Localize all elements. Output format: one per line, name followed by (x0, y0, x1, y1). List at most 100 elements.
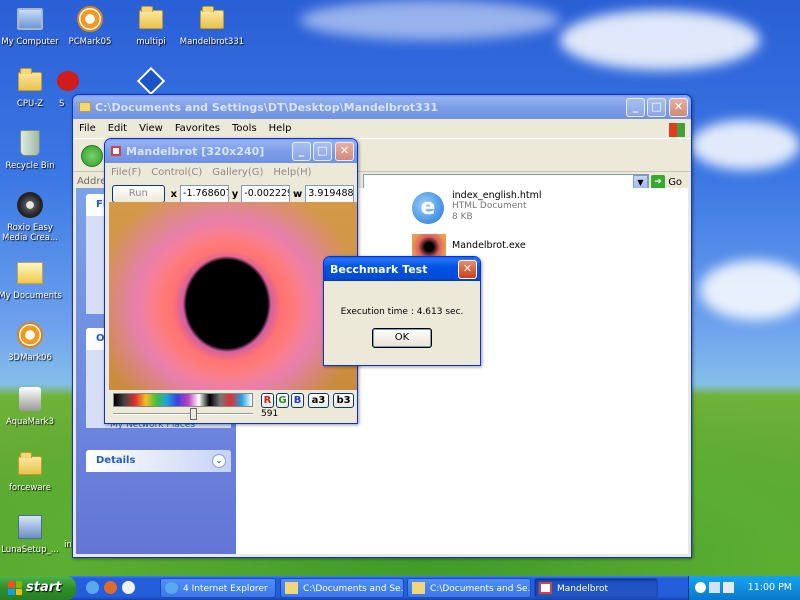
window-title: Mandelbrot [320x240] (126, 144, 265, 158)
taskbar-item-label: 4 Internet Explorer (183, 584, 268, 594)
taskbar-item-label: Mandelbrot (557, 584, 608, 594)
folder-icon (285, 582, 298, 594)
slider-thumb[interactable] (190, 408, 197, 420)
network-icon[interactable] (709, 582, 720, 593)
file-name: Mandelbrot.exe (452, 240, 526, 251)
menu-bar: File(F) Control(C) Gallery(G) Help(H) (105, 163, 357, 182)
computer-icon (15, 4, 45, 34)
desktop-icon-recycle-bin[interactable]: Recycle Bin (0, 128, 67, 171)
desktop-icon-label: Roxio Easy Media Crea... (1, 223, 59, 243)
blue-button[interactable]: B (291, 393, 304, 408)
w-input[interactable]: 3.91948839 (305, 185, 354, 203)
file-name: index_english.html (452, 190, 542, 201)
app-icon (53, 66, 83, 96)
clock[interactable]: 11:00 PM (748, 582, 792, 593)
taskbar: start 4 Internet Explorer C:\Documents a… (0, 576, 800, 600)
taskbar-item-label: C:\Documents and Se... (430, 584, 531, 594)
desktop-icon-aquamark3[interactable]: AquaMark3 (0, 384, 67, 427)
chevron-down-icon[interactable]: ⌄ (212, 454, 226, 468)
desktop-icon-label: forceware (8, 483, 52, 493)
menu-favorites[interactable]: Favorites (175, 123, 220, 134)
desktop-icon-label: My Documents (0, 291, 62, 301)
menu-help[interactable]: Help(H) (273, 167, 311, 178)
go-label: Go (668, 177, 683, 188)
dialog-titlebar[interactable]: Becchmark Test ✕ (324, 257, 480, 281)
menu-file[interactable]: File (79, 123, 96, 134)
close-button[interactable]: ✕ (669, 98, 688, 117)
start-button[interactable]: start (0, 576, 76, 600)
windows-flag-icon (8, 581, 22, 595)
internet-explorer-icon (165, 582, 178, 594)
y-input[interactable]: -0.00222919 (241, 185, 291, 203)
desktop-icon-my-documents[interactable]: My Documents (0, 258, 67, 301)
menu-help[interactable]: Help (269, 123, 292, 134)
media-icon[interactable] (122, 581, 135, 594)
details-label: Details (96, 455, 136, 466)
palette-controls: R G B a3 b3 591 (111, 393, 355, 423)
minimize-button[interactable]: _ (626, 98, 645, 117)
folder-icon (197, 4, 227, 34)
desktop-icon-label: LunaSetup_... (1, 545, 59, 555)
desktop-icon-mandelbrot331[interactable]: Mandelbrot331 (175, 4, 249, 47)
file-item-index-html[interactable]: e index_english.html HTML Document 8 KB (412, 190, 562, 230)
volume-icon[interactable] (723, 582, 734, 593)
benchmark-dialog: Becchmark Test ✕ Execution time : 4.613 … (323, 256, 481, 366)
desktop-icon-roxio[interactable]: Roxio Easy Media Crea... (0, 190, 67, 243)
folder-icon (136, 4, 166, 34)
a3-button[interactable]: a3 (308, 393, 329, 408)
mandelbrot-titlebar[interactable]: Mandelbrot [320x240] _ □ ✕ (105, 139, 357, 163)
go-arrow-icon: ➜ (651, 175, 665, 189)
firefox-icon[interactable] (104, 581, 117, 594)
quick-launch (84, 580, 144, 596)
folder-icon (15, 450, 45, 480)
x-label: x (170, 188, 178, 200)
menu-view[interactable]: View (139, 123, 163, 134)
color-palette[interactable] (113, 393, 253, 407)
explorer-titlebar[interactable]: C:\Documents and Settings\DT\Desktop\Man… (73, 95, 691, 119)
maximize-button[interactable]: □ (313, 142, 332, 161)
taskbar-item-explorer-1[interactable]: C:\Documents and Se... (280, 578, 404, 598)
taskbar-item-mandelbrot[interactable]: Mandelbrot (534, 578, 658, 598)
info-icon (136, 66, 166, 96)
roxio-icon (15, 190, 45, 220)
taskbar-item-internet-explorer[interactable]: 4 Internet Explorer (160, 578, 276, 598)
folder-icon (79, 102, 91, 112)
start-label: start (26, 580, 62, 595)
taskbar-item-explorer-2[interactable]: C:\Documents and Se... (407, 578, 531, 598)
mandelbrot-canvas[interactable] (109, 202, 357, 390)
green-button[interactable]: G (276, 393, 289, 408)
desktop-icon-label: 3DMark06 (8, 353, 52, 363)
documents-icon (15, 258, 45, 288)
help-icon[interactable] (695, 582, 706, 593)
internet-explorer-icon[interactable] (86, 581, 99, 594)
setup-icon (15, 512, 45, 542)
back-button[interactable] (81, 145, 103, 167)
maximize-button[interactable]: □ (647, 98, 666, 117)
run-button[interactable]: Run (112, 185, 165, 203)
desktop-icon-label: Mandelbrot331 (179, 37, 245, 47)
menu-gallery[interactable]: Gallery(G) (212, 167, 263, 178)
b3-button[interactable]: b3 (333, 393, 354, 408)
menu-edit[interactable]: Edit (108, 123, 127, 134)
iteration-slider[interactable] (113, 407, 253, 421)
desktop-icon-lunasetup[interactable]: LunaSetup_... (0, 512, 67, 555)
slider-track (113, 413, 253, 415)
red-button[interactable]: R (261, 393, 274, 408)
ok-button[interactable]: OK (372, 328, 432, 348)
desktop-icon-label: AquaMark3 (5, 417, 55, 427)
details-header[interactable]: Details ⌄ (86, 450, 231, 472)
cloud (700, 260, 800, 320)
menu-tools[interactable]: Tools (232, 123, 257, 134)
close-button[interactable]: ✕ (335, 142, 354, 161)
menu-control[interactable]: Control(C) (151, 167, 202, 178)
desktop-icon-3dmark06[interactable]: 3DMark06 (0, 320, 67, 363)
desktop-icon-forceware[interactable]: forceware (0, 450, 67, 493)
close-button[interactable]: ✕ (458, 260, 477, 279)
menu-file[interactable]: File(F) (111, 167, 141, 178)
details-box: Details ⌄ (86, 450, 231, 472)
taskbar-item-label: C:\Documents and Se... (303, 584, 404, 594)
minimize-button[interactable]: _ (292, 142, 311, 161)
cloud (300, 0, 560, 40)
pcmark-icon (75, 4, 105, 34)
x-input[interactable]: -1.76860711 (180, 185, 229, 203)
